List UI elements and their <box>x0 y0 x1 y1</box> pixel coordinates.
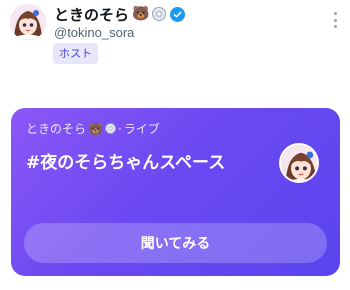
space-title: #夜のそらちゃんスペース <box>26 153 226 173</box>
live-space-card[interactable]: ときのそら 🐻 · ライブ #夜のそらちゃんスペース 聞いてみる <box>11 108 340 276</box>
live-status: ライブ <box>123 122 160 136</box>
host-role-badge: ホスト <box>53 43 98 64</box>
bear-emoji-icon: 🐻 <box>132 6 150 22</box>
anime-avatar-icon <box>10 4 46 40</box>
space-subtitle: ときのそら 🐻 · ライブ <box>26 120 160 137</box>
disc-emoji-icon <box>104 123 116 134</box>
host-name-line[interactable]: ときのそら 🐻 <box>54 3 186 25</box>
disc-emoji-icon <box>152 7 167 21</box>
more-dot <box>333 25 337 28</box>
verified-badge-icon <box>170 6 186 22</box>
anime-avatar-icon <box>281 145 317 181</box>
space-host-avatar <box>279 143 319 183</box>
space-host-name: ときのそら <box>26 122 87 136</box>
host-profile-avatar[interactable] <box>10 4 46 40</box>
listen-button[interactable]: 聞いてみる <box>24 223 327 263</box>
bear-emoji-icon: 🐻 <box>88 121 103 136</box>
host-handle: @tokino_sora <box>54 25 135 40</box>
more-vertical-icon[interactable] <box>332 12 338 28</box>
host-display-name: ときのそら <box>54 5 130 24</box>
subtitle-separator: · <box>117 121 122 136</box>
more-dot <box>333 18 337 22</box>
more-dot <box>333 12 337 15</box>
space-host-header: ときのそら 🐻 @tokino_sora ホスト <box>0 0 350 72</box>
